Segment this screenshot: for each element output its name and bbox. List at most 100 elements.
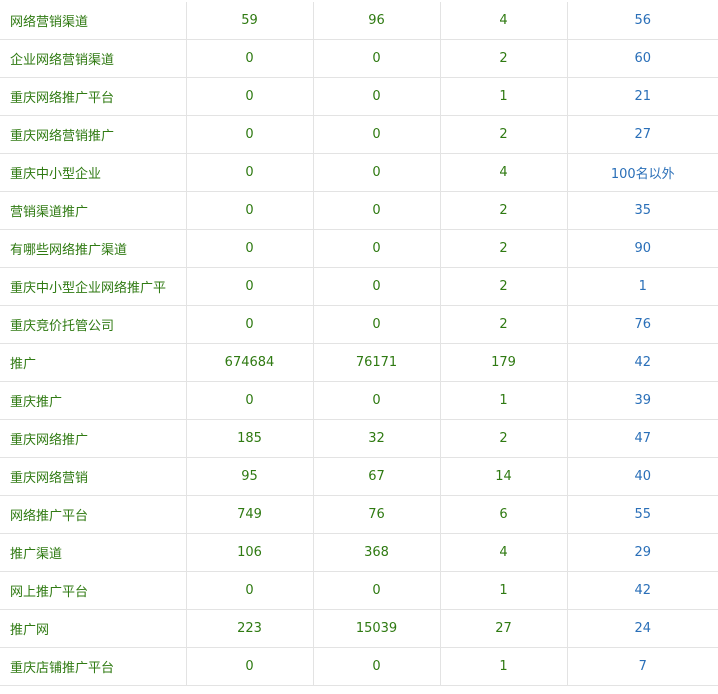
value-cell: 0 [312,153,441,192]
rank-cell: 29 [566,533,718,572]
value-cell: 27 [439,609,568,648]
rank-cell: 27 [566,115,718,154]
rank-cell: 60 [566,39,718,78]
value-cell: 0 [312,115,441,154]
value-cell: 0 [312,229,441,268]
rank-cell: 47 [566,419,718,458]
value-cell: 674684 [185,343,314,382]
value-cell: 0 [312,77,441,116]
table-row: 推广渠道 106 368 4 29 [0,533,718,572]
rank-cell: 55 [566,495,718,534]
value-cell: 0 [312,39,441,78]
table-row: 重庆店铺推广平台 0 0 1 7 [0,647,718,686]
value-cell: 749 [185,495,314,534]
value-cell: 1 [439,571,568,610]
value-cell: 32 [312,419,441,458]
value-cell: 0 [312,267,441,306]
value-cell: 14 [439,457,568,496]
value-cell: 2 [439,419,568,458]
rank-cell: 100名以外 [566,153,718,192]
value-cell: 0 [312,571,441,610]
rank-cell: 42 [566,571,718,610]
keyword-ranking-table: 网络营销渠道 59 96 4 56 企业网络营销渠道 0 0 2 60 重庆网络… [0,2,718,686]
keyword-cell: 重庆网络推广平台 [0,77,187,116]
table-row: 重庆网络营销 95 67 14 40 [0,457,718,496]
table-row: 重庆推广 0 0 1 39 [0,381,718,420]
value-cell: 59 [185,2,314,40]
value-cell: 76 [312,495,441,534]
keyword-cell: 推广网 [0,609,187,648]
value-cell: 223 [185,609,314,648]
keyword-ranking-table-container: 网络营销渠道 59 96 4 56 企业网络营销渠道 0 0 2 60 重庆网络… [0,2,718,694]
value-cell: 1 [439,647,568,686]
keyword-cell: 重庆店铺推广平台 [0,647,187,686]
value-cell: 0 [185,229,314,268]
keyword-cell: 企业网络营销渠道 [0,39,187,78]
keyword-cell: 营销渠道推广 [0,191,187,230]
value-cell: 2 [439,115,568,154]
table-row: 有哪些网络推广渠道 0 0 2 90 [0,229,718,268]
keyword-cell: 推广 [0,343,187,382]
keyword-cell: 重庆中小型企业网络推广平 [0,267,187,306]
rank-cell: 7 [566,647,718,686]
keyword-cell: 网上推广平台 [0,571,187,610]
value-cell: 96 [312,2,441,40]
table-row: 重庆网络营销推广 0 0 2 27 [0,115,718,154]
rank-cell: 24 [566,609,718,648]
rank-cell: 1 [566,267,718,306]
value-cell: 15039 [312,609,441,648]
value-cell: 0 [185,77,314,116]
value-cell: 0 [185,305,314,344]
value-cell: 0 [185,647,314,686]
keyword-cell: 重庆网络推广 [0,419,187,458]
value-cell: 2 [439,305,568,344]
rank-cell: 56 [566,2,718,40]
value-cell: 2 [439,229,568,268]
keyword-cell: 重庆竞价托管公司 [0,305,187,344]
value-cell: 0 [185,153,314,192]
rank-cell: 42 [566,343,718,382]
value-cell: 2 [439,39,568,78]
keyword-cell: 重庆网络营销推广 [0,115,187,154]
value-cell: 95 [185,457,314,496]
value-cell: 0 [312,647,441,686]
table-row: 重庆网络推广平台 0 0 1 21 [0,77,718,116]
rank-cell: 40 [566,457,718,496]
value-cell: 4 [439,153,568,192]
table-row: 企业网络营销渠道 0 0 2 60 [0,39,718,78]
value-cell: 0 [185,39,314,78]
rank-cell: 21 [566,77,718,116]
value-cell: 0 [185,381,314,420]
table-row: 网络营销渠道 59 96 4 56 [0,2,718,40]
rank-cell: 76 [566,305,718,344]
table-row: 推广网 223 15039 27 24 [0,609,718,648]
value-cell: 1 [439,381,568,420]
keyword-cell: 推广渠道 [0,533,187,572]
table-row: 重庆网络推广 185 32 2 47 [0,419,718,458]
value-cell: 179 [439,343,568,382]
value-cell: 0 [185,267,314,306]
rank-cell: 39 [566,381,718,420]
value-cell: 1 [439,77,568,116]
value-cell: 0 [312,381,441,420]
table-row: 营销渠道推广 0 0 2 35 [0,191,718,230]
value-cell: 106 [185,533,314,572]
value-cell: 0 [185,115,314,154]
rank-cell: 90 [566,229,718,268]
keyword-cell: 重庆推广 [0,381,187,420]
table-row: 网上推广平台 0 0 1 42 [0,571,718,610]
keyword-cell: 有哪些网络推广渠道 [0,229,187,268]
table-body: 网络营销渠道 59 96 4 56 企业网络营销渠道 0 0 2 60 重庆网络… [0,2,718,686]
value-cell: 0 [185,571,314,610]
table-row: 重庆竞价托管公司 0 0 2 76 [0,305,718,344]
value-cell: 0 [185,191,314,230]
rank-cell: 35 [566,191,718,230]
keyword-cell: 网络推广平台 [0,495,187,534]
value-cell: 368 [312,533,441,572]
keyword-cell: 重庆中小型企业 [0,153,187,192]
table-row: 推广 674684 76171 179 42 [0,343,718,382]
value-cell: 0 [312,305,441,344]
keyword-cell: 网络营销渠道 [0,2,187,40]
value-cell: 2 [439,267,568,306]
table-row: 网络推广平台 749 76 6 55 [0,495,718,534]
